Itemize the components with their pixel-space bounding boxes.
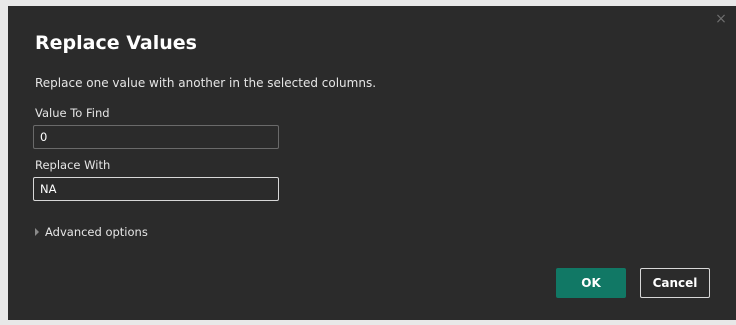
dialog-title: Replace Values <box>35 32 197 54</box>
replace-with-label: Replace With <box>35 158 111 172</box>
replace-values-dialog: × Replace Values Replace one value with … <box>8 6 736 320</box>
advanced-options-label: Advanced options <box>45 225 148 239</box>
cancel-button[interactable]: Cancel <box>640 268 710 298</box>
dialog-description: Replace one value with another in the se… <box>35 76 377 90</box>
close-icon[interactable]: × <box>714 12 728 26</box>
value-to-find-label: Value To Find <box>35 106 110 120</box>
replace-with-input[interactable] <box>33 177 279 201</box>
value-to-find-input[interactable] <box>33 125 279 149</box>
ok-button[interactable]: OK <box>556 268 626 298</box>
caret-right-icon <box>35 228 39 236</box>
advanced-options-toggle[interactable]: Advanced options <box>35 225 148 239</box>
